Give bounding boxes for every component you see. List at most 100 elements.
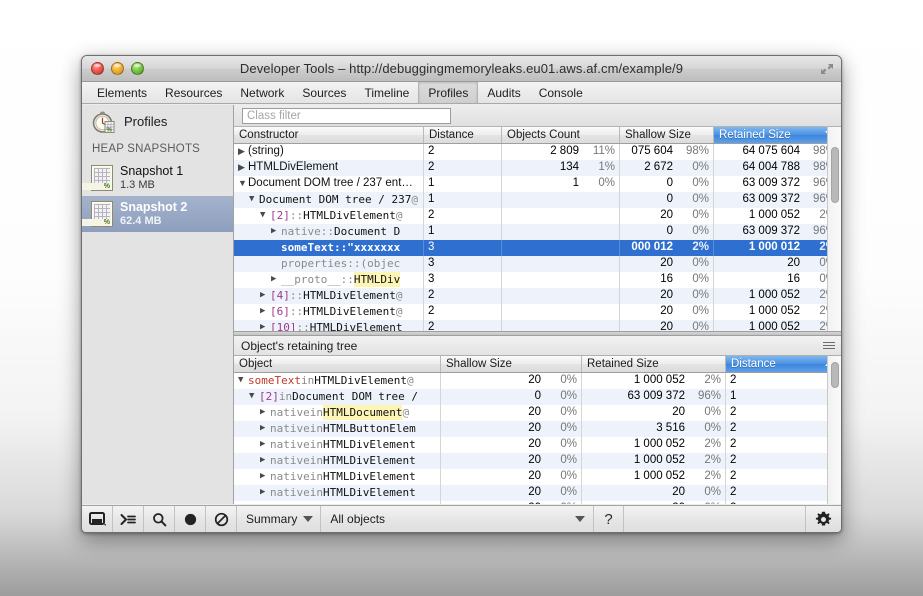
label-segment: HTMLDivElement [303,208,396,223]
clear-icon[interactable] [206,506,237,532]
table-row[interactable]: ▶native :: Document D100%63 009 37296% [234,224,841,240]
disclosure-triangle-right-icon[interactable]: ▶ [260,288,269,303]
tab-network[interactable]: Network [231,82,293,103]
retaining-tree-column-header-object[interactable]: Object [234,356,441,372]
cell-value: 3 [424,256,502,272]
retaining-tree-column-header-distance[interactable]: Distance [726,356,841,372]
table-row[interactable]: properties :: (objec3200%200% [234,256,841,272]
constructor-column-header-objects-count[interactable]: Objects Count [502,127,620,143]
sidebar-item-snapshot-1[interactable]: %Snapshot 11.3 MB [82,160,233,196]
table-row[interactable]: ▶native in HTMLDivElement200%200%2 [234,501,841,504]
disclosure-triangle-right-icon[interactable]: ▶ [260,421,269,436]
object-filter-select[interactable]: All objects [321,506,594,532]
dock-to-main-window-icon[interactable] [82,506,113,532]
sidebar-item-snapshot-2[interactable]: %Snapshot 262.4 MB [82,196,233,232]
table-row[interactable]: ▶native in HTMLDocument @200%200%2 [234,405,841,421]
table-row[interactable]: ▼Document DOM tree / 237 @100%63 009 372… [234,192,841,208]
fullscreen-icon[interactable] [819,61,835,77]
table-row[interactable]: ▶native in HTMLButtonElem200%3 5160%2 [234,421,841,437]
label-segment: @ [396,304,403,319]
tab-resources[interactable]: Resources [156,82,231,103]
tab-label: Resources [165,86,222,100]
table-row[interactable]: ▶__proto__ :: HTMLDiv3160%160% [234,272,841,288]
disclosure-triangle-right-icon[interactable]: ▶ [260,320,269,331]
label-segment: :: [290,208,303,223]
view-select[interactable]: Summary [237,506,321,532]
table-row[interactable]: ▶native in HTMLDivElement200%1 000 0522%… [234,469,841,485]
disclosure-triangle-down-icon[interactable]: ▼ [249,192,258,207]
cell-value: 200% [620,208,714,224]
tab-label: Timeline [364,86,409,100]
show-console-drawer-icon[interactable] [113,506,144,532]
table-row[interactable]: ▶[6] :: HTMLDivElement @2200%1 000 0522% [234,304,841,320]
table-row[interactable]: ▼someText in HTMLDivElement @200%1 000 0… [234,373,841,389]
cell-name: someText :: "xxxxxxx [234,240,424,256]
cell-value: 000 0122% [620,240,714,256]
table-row[interactable]: ▶native in HTMLDivElement200%1 000 0522%… [234,453,841,469]
retaining-tree-column-header-retained-size[interactable]: Retained Size [582,356,726,372]
value-percent: 1% [585,160,615,175]
search-icon[interactable] [144,506,175,532]
cell-value: 63 009 37296% [582,389,726,405]
tab-sources[interactable]: Sources [293,82,355,103]
disclosure-triangle-right-icon[interactable]: ▶ [260,501,269,504]
devtools-content: % Profiles HEAP SNAPSHOTS %Snapshot 11.3… [82,105,841,504]
help-button[interactable]: ? [594,506,624,532]
cell-value: 63 009 37296% [714,192,841,208]
disclosure-triangle-right-icon[interactable]: ▶ [238,160,247,175]
retaining-tree-scrollbar[interactable] [827,356,841,504]
disclosure-triangle-right-icon[interactable]: ▶ [260,469,269,484]
constructor-column-header-constructor[interactable]: Constructor [234,127,424,143]
table-row[interactable]: ▶HTMLDivElement21341%2 6720%64 004 78898… [234,160,841,176]
menu-icon[interactable] [823,342,835,349]
disclosure-triangle-down-icon[interactable]: ▼ [238,176,247,191]
disclosure-triangle-down-icon[interactable]: ▼ [260,208,269,223]
label-segment: someText [248,373,301,388]
cell-value: 1 000 0522% [714,304,841,320]
retaining-tree-title: Object's retaining tree [241,339,357,353]
tab-elements[interactable]: Elements [88,82,156,103]
table-row[interactable]: ▶(string)22 80911%075 60498%64 075 60498… [234,144,841,160]
disclosure-triangle-right-icon[interactable]: ▶ [238,144,247,159]
label-segment: HTMLDivElement [303,304,396,319]
cell-value: 1 000 0522% [582,453,726,469]
disclosure-triangle-right-icon[interactable]: ▶ [271,224,280,239]
record-icon[interactable] [175,506,206,532]
table-row[interactable]: ▼Document DOM tree / 237 ent…110%00%63 0… [234,176,841,192]
label-segment: __proto__ [281,272,341,287]
tree-node-label: ▼Document DOM tree / 237 @ [238,192,419,207]
disclosure-triangle-right-icon[interactable]: ▶ [260,485,269,500]
tab-timeline[interactable]: Timeline [355,82,418,103]
cell-value: 200% [441,501,582,504]
class-filter-input[interactable] [242,108,451,124]
disclosure-triangle-down-icon[interactable]: ▼ [238,373,247,388]
constructor-column-header-retained-size[interactable]: Retained Size [714,127,841,143]
constructor-column-header-shallow-size[interactable]: Shallow Size [620,127,714,143]
disclosure-triangle-right-icon[interactable]: ▶ [260,405,269,420]
disclosure-triangle-right-icon[interactable]: ▶ [260,437,269,452]
label-segment: in [310,405,323,420]
constructor-column-header-distance[interactable]: Distance [424,127,502,143]
value-text: 16 [660,272,673,287]
tab-audits[interactable]: Audits [478,82,529,103]
disclosure-triangle-down-icon[interactable]: ▼ [249,389,258,404]
table-row[interactable]: someText :: "xxxxxxx3000 0122%1 000 0122… [234,240,841,256]
constructor-grid-scrollbar[interactable] [827,127,841,331]
scrollbar-thumb[interactable] [831,362,839,388]
table-row[interactable]: ▶[4] :: HTMLDivElement @2200%1 000 0522% [234,288,841,304]
table-row[interactable]: ▶native in HTMLDivElement200%1 000 0522%… [234,437,841,453]
table-row[interactable]: ▼[2] :: HTMLDivElement @2200%1 000 0522% [234,208,841,224]
table-row[interactable]: ▶native in HTMLDivElement200%200%2 [234,485,841,501]
scrollbar-thumb[interactable] [831,147,839,203]
disclosure-triangle-right-icon[interactable]: ▶ [260,304,269,319]
disclosure-triangle-right-icon[interactable]: ▶ [271,272,280,287]
table-row[interactable]: ▶[10] :: HTMLDivElement2200%1 000 0522% [234,320,841,331]
tab-profiles[interactable]: Profiles [418,82,478,103]
settings-gear-icon[interactable] [806,506,841,532]
value-text: 20 [528,501,541,504]
retaining-tree-column-header-shallow-size[interactable]: Shallow Size [441,356,582,372]
disclosure-triangle-right-icon[interactable]: ▶ [260,453,269,468]
tab-console[interactable]: Console [530,82,592,103]
value-percent: 0% [679,256,709,271]
table-row[interactable]: ▼[2] in Document DOM tree /00%63 009 372… [234,389,841,405]
